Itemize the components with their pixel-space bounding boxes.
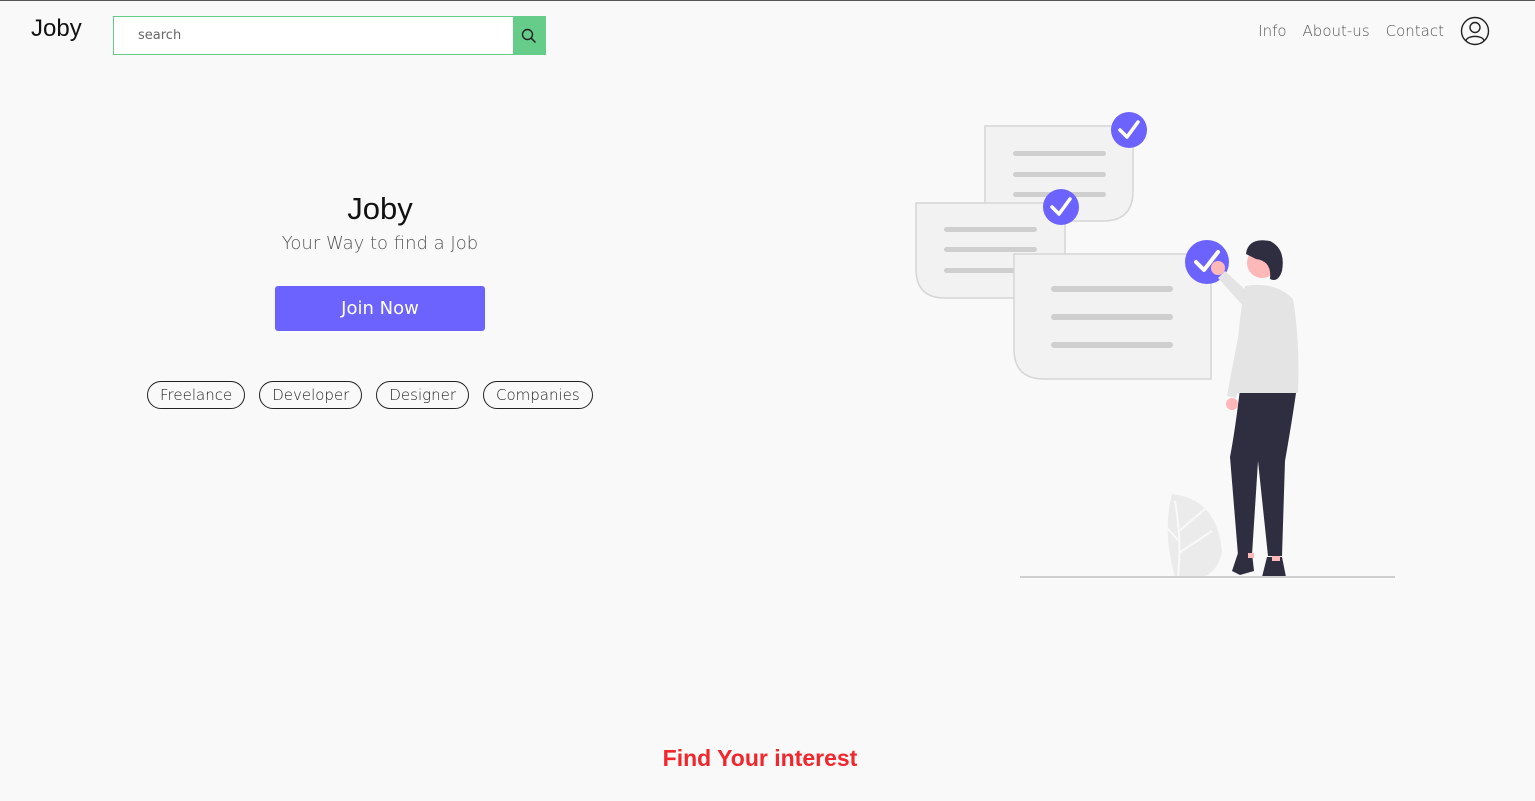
user-circle-icon[interactable] [1460,16,1490,46]
hero-subtitle: Your Way to find a Job [281,233,479,254]
nav-link-contact[interactable]: Contact [1386,22,1444,40]
hero-title: Joby [347,191,413,226]
nav-link-info[interactable]: Info [1258,22,1286,40]
tag-freelance[interactable]: Freelance [147,381,246,409]
person-figure [1211,240,1299,577]
tag-developer[interactable]: Developer [259,381,363,409]
search-box [113,16,546,55]
tag-list: Freelance Developer Designer Companies [147,381,607,409]
hero: Joby Your Way to find a Job Join Now [130,191,630,331]
tag-designer[interactable]: Designer [376,381,470,409]
search-icon [521,28,537,43]
hero-illustration [915,112,1395,578]
check-circle-icon [1111,112,1147,148]
search-button[interactable] [513,17,545,54]
tag-companies[interactable]: Companies [483,381,593,409]
nav-link-about-us[interactable]: About-us [1303,22,1370,40]
leaf-plant [1164,494,1222,578]
search-input[interactable] [114,17,513,54]
brand-logo[interactable]: Joby [31,15,82,43]
document-card-front [1013,253,1212,380]
nav-links: Info About-us Contact [1242,16,1490,46]
join-now-button[interactable]: Join Now [275,286,485,331]
section-heading: Find Your interest [662,745,858,771]
check-circle-icon [1043,189,1079,225]
navbar: Joby Info About-us Contact [0,1,1535,71]
